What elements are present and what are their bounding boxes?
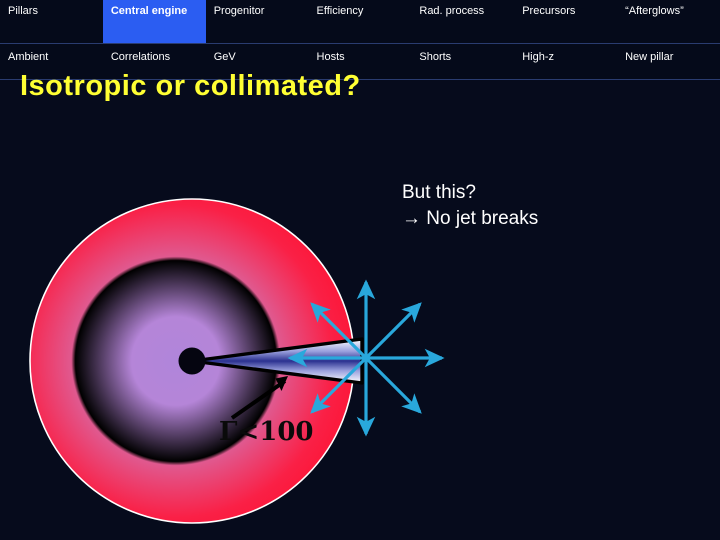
radiating-arrows-group	[287, 279, 445, 437]
nav-label-active: Central engine	[110, 5, 188, 17]
nav-item-central-engine[interactable]: Central engine	[102, 0, 206, 44]
slide-canvas: Pillars Central engine Progenitor Effici…	[0, 0, 720, 540]
nav-item-shorts[interactable]: Shorts	[411, 43, 515, 80]
nav-label: High-z	[522, 51, 555, 63]
nav-label: Efficiency	[316, 5, 364, 17]
nav-label: New pillar	[625, 51, 674, 63]
nav-label: GeV	[213, 51, 236, 63]
nav-item-progenitor[interactable]: Progenitor	[205, 0, 309, 44]
nav-label: Precursors	[522, 5, 576, 17]
nav-item-new-pillar[interactable]: New pillar	[617, 43, 720, 80]
nav-label: Shorts	[419, 51, 452, 63]
nav-item-high-z[interactable]: High-z	[514, 43, 618, 80]
nav-item-pillars[interactable]: Pillars	[0, 0, 103, 44]
arrow-down-right	[364, 356, 422, 414]
nav-label: Ambient	[8, 51, 49, 63]
nav-item-afterglows[interactable]: “Afterglows”	[617, 0, 720, 44]
central-engine-core	[178, 347, 206, 375]
navigation-table: Pillars Central engine Progenitor Effici…	[0, 0, 720, 80]
arrow-up-right	[364, 302, 422, 360]
lorentz-factor-label: Γ<100	[219, 417, 314, 447]
nav-label: “Afterglows”	[625, 5, 684, 17]
page-title: Isotropic or collimated?	[20, 70, 361, 102]
nav-label: Pillars	[8, 5, 38, 17]
figure-diagram: Γ<100	[0, 120, 720, 540]
nav-item-efficiency[interactable]: Efficiency	[308, 0, 412, 44]
nav-row-top: Pillars Central engine Progenitor Effici…	[0, 0, 720, 44]
nav-label: Hosts	[316, 51, 345, 63]
nav-item-precursors[interactable]: Precursors	[514, 0, 618, 44]
nav-label: Rad. process	[419, 5, 485, 17]
nav-label: Correlations	[110, 51, 171, 63]
nav-item-rad-process[interactable]: Rad. process	[411, 0, 515, 44]
nav-label: Progenitor	[213, 5, 265, 17]
